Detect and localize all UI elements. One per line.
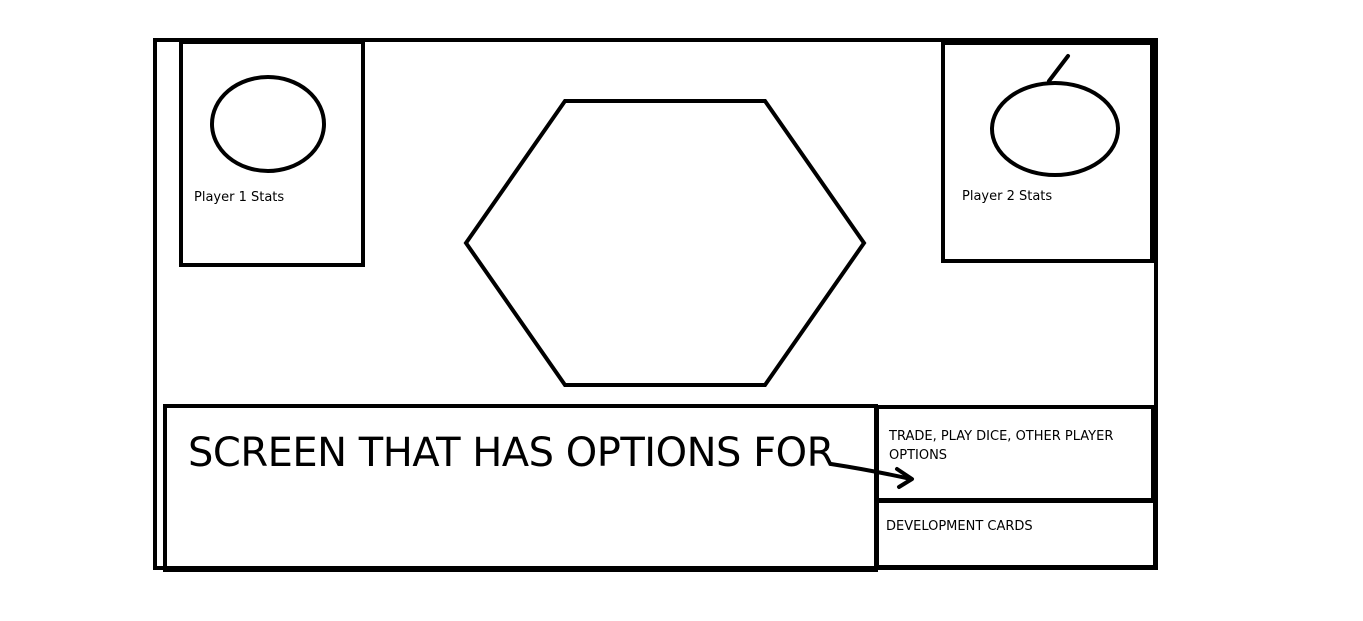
player1-avatar-icon xyxy=(210,75,326,173)
board-hexagon-icon xyxy=(463,99,867,387)
player2-avatar-icon xyxy=(990,81,1120,177)
player2-avatar-stick-icon xyxy=(1047,54,1070,83)
drawing-overlay xyxy=(210,54,1120,489)
arrow-right-icon xyxy=(829,462,914,489)
